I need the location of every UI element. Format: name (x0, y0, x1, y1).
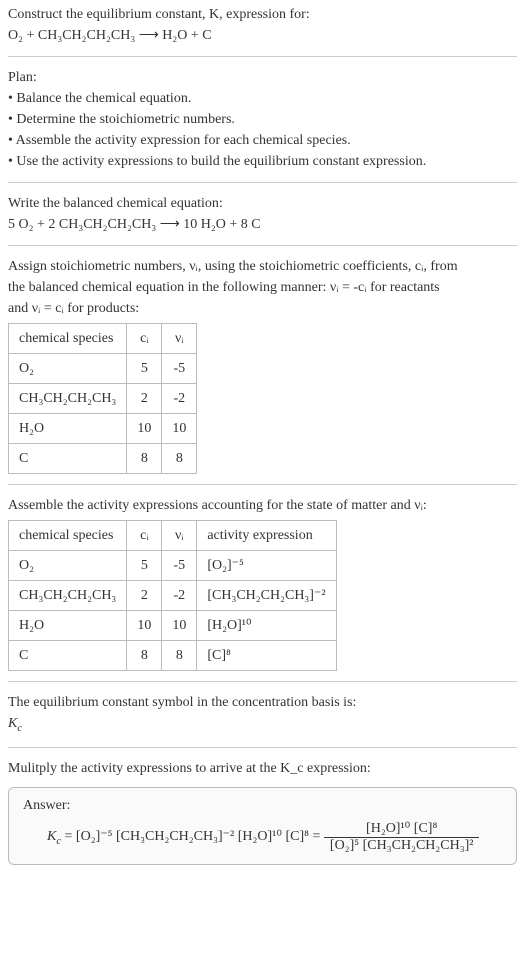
table-row: O₂ 5 -5 [O₂]⁻⁵ (9, 551, 337, 581)
plan-bullet-1: • Balance the chemical equation. (8, 88, 517, 109)
eq-symbol-block: The equilibrium constant symbol in the c… (8, 692, 517, 737)
cell-species: H₂O (9, 611, 127, 641)
plan-bullet-3: • Assemble the activity expression for e… (8, 130, 517, 151)
col-species: chemical species (9, 521, 127, 551)
table-row: CH₃CH₂CH₂CH₃ 2 -2 (9, 384, 197, 414)
stoich-line1: Assign stoichiometric numbers, νᵢ, using… (8, 256, 517, 277)
activity-table: chemical species cᵢ νᵢ activity expressi… (8, 520, 337, 671)
table-row: H₂O 10 10 [H₂O]¹⁰ (9, 611, 337, 641)
cell-species: O₂ (9, 354, 127, 384)
cell-species: C (9, 444, 127, 474)
cell-species: CH₃CH₂CH₂CH₃ (9, 581, 127, 611)
col-ci: cᵢ (127, 521, 162, 551)
cell-vi: 10 (162, 611, 197, 641)
unbalanced-equation: O₂ + CH₃CH₂CH₂CH₃ ⟶ H₂O + C (8, 25, 517, 46)
divider (8, 182, 517, 183)
cell-ci: 5 (127, 354, 162, 384)
cell-vi: -5 (162, 354, 197, 384)
cell-ci: 8 (127, 444, 162, 474)
answer-flat: [O₂]⁻⁵ [CH₃CH₂CH₂CH₃]⁻² [H₂O]¹⁰ [C]⁸ = (76, 829, 324, 844)
activity-text: Assemble the activity expressions accoun… (8, 495, 517, 516)
fraction-numerator: [H₂O]¹⁰ [C]⁸ (324, 820, 480, 838)
cell-ci: 5 (127, 551, 162, 581)
balanced-block: Write the balanced chemical equation: 5 … (8, 193, 517, 235)
stoich-line2: the balanced chemical equation in the fo… (8, 277, 517, 298)
cell-ci: 8 (127, 641, 162, 671)
answer-formula: Kc = [O₂]⁻⁵ [CH₃CH₂CH₂CH₃]⁻² [H₂O]¹⁰ [C]… (47, 820, 502, 854)
cell-species: H₂O (9, 414, 127, 444)
col-ci: cᵢ (127, 324, 162, 354)
cell-ci: 10 (127, 611, 162, 641)
balanced-heading: Write the balanced chemical equation: (8, 193, 517, 214)
plan-heading: Plan: (8, 67, 517, 88)
col-vi: νᵢ (162, 521, 197, 551)
cell-vi: 10 (162, 414, 197, 444)
col-activity: activity expression (197, 521, 336, 551)
answer-label: Answer: (23, 798, 502, 814)
stoich-table: chemical species cᵢ νᵢ O₂ 5 -5 CH₃CH₂CH₂… (8, 323, 197, 474)
cell-activity: [CH₃CH₂CH₂CH₃]⁻² (197, 581, 336, 611)
divider (8, 484, 517, 485)
answer-fraction: [H₂O]¹⁰ [C]⁸ [O₂]⁵ [CH₃CH₂CH₂CH₃]² (324, 820, 480, 854)
cell-activity: [H₂O]¹⁰ (197, 611, 336, 641)
plan-block: Plan: • Balance the chemical equation. •… (8, 67, 517, 172)
divider (8, 56, 517, 57)
col-vi: νᵢ (162, 324, 197, 354)
table-row: C 8 8 [C]⁸ (9, 641, 337, 671)
cell-species: O₂ (9, 551, 127, 581)
plan-bullet-2: • Determine the stoichiometric numbers. (8, 109, 517, 130)
cell-ci: 2 (127, 384, 162, 414)
answer-box: Answer: Kc = [O₂]⁻⁵ [CH₃CH₂CH₂CH₃]⁻² [H₂… (8, 787, 517, 865)
cell-species: CH₃CH₂CH₂CH₃ (9, 384, 127, 414)
table-row: O₂ 5 -5 (9, 354, 197, 384)
plan-bullet-4: • Use the activity expressions to build … (8, 151, 517, 172)
table-row: H₂O 10 10 (9, 414, 197, 444)
table-header-row: chemical species cᵢ νᵢ activity expressi… (9, 521, 337, 551)
cell-ci: 2 (127, 581, 162, 611)
col-species: chemical species (9, 324, 127, 354)
divider (8, 245, 517, 246)
table-header-row: chemical species cᵢ νᵢ (9, 324, 197, 354)
cell-vi: -5 (162, 551, 197, 581)
multiply-text: Mulitply the activity expressions to arr… (8, 758, 517, 779)
stoich-text-block: Assign stoichiometric numbers, νᵢ, using… (8, 256, 517, 474)
kc-symbol: Kc (47, 829, 61, 844)
cell-vi: 8 (162, 444, 197, 474)
eq-symbol: Kc (8, 713, 517, 737)
cell-vi: -2 (162, 581, 197, 611)
table-row: C 8 8 (9, 444, 197, 474)
divider (8, 747, 517, 748)
fraction-denominator: [O₂]⁵ [CH₃CH₂CH₂CH₃]² (324, 838, 480, 854)
cell-ci: 10 (127, 414, 162, 444)
prompt-line1: Construct the equilibrium constant, K, e… (8, 4, 517, 25)
stoich-line3: and νᵢ = cᵢ for products: (8, 298, 517, 319)
prompt-block: Construct the equilibrium constant, K, e… (8, 4, 517, 46)
cell-vi: -2 (162, 384, 197, 414)
balanced-equation: 5 O₂ + 2 CH₃CH₂CH₂CH₃ ⟶ 10 H₂O + 8 C (8, 214, 517, 235)
eq-symbol-text: The equilibrium constant symbol in the c… (8, 692, 517, 713)
cell-activity: [C]⁸ (197, 641, 336, 671)
activity-block: Assemble the activity expressions accoun… (8, 495, 517, 671)
cell-vi: 8 (162, 641, 197, 671)
divider (8, 681, 517, 682)
cell-species: C (9, 641, 127, 671)
table-row: CH₃CH₂CH₂CH₃ 2 -2 [CH₃CH₂CH₂CH₃]⁻² (9, 581, 337, 611)
cell-activity: [O₂]⁻⁵ (197, 551, 336, 581)
